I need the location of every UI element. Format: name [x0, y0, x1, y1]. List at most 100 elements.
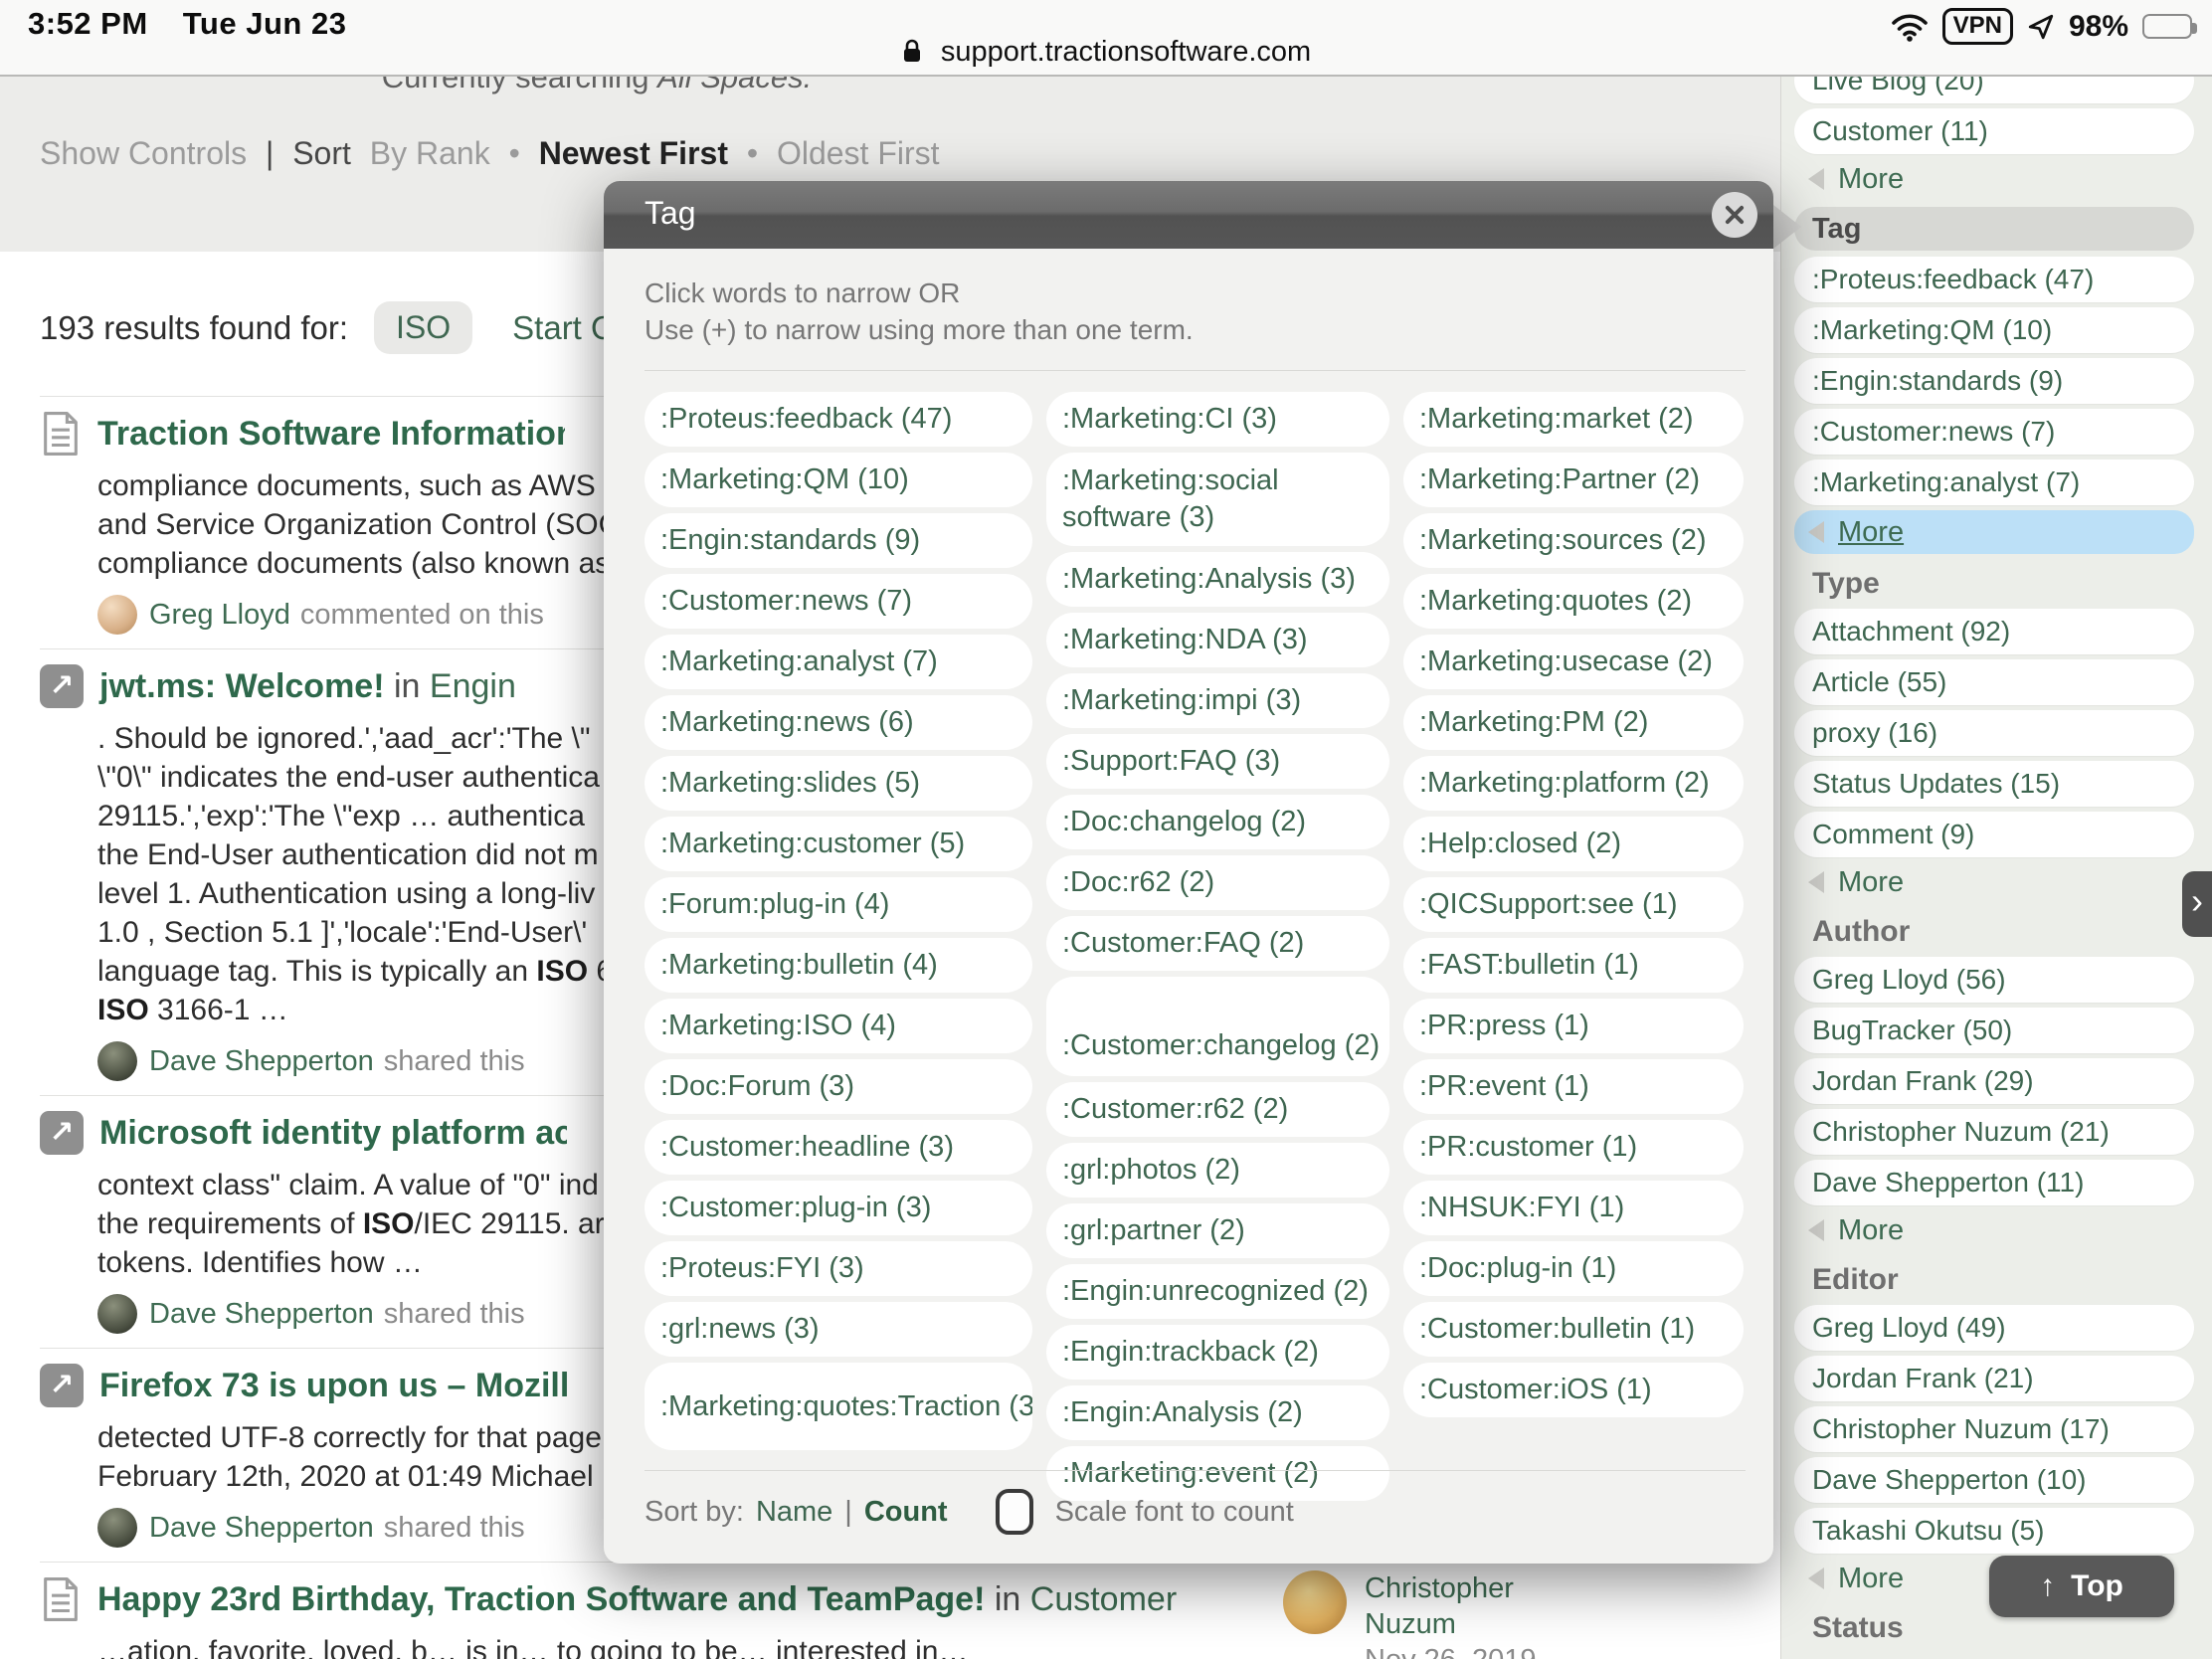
tag-pill[interactable]: :Proteus:feedback (47) [645, 392, 1032, 447]
tag-pill[interactable]: :Marketing:QM (10) [645, 453, 1032, 507]
tag-pill[interactable]: :Help:closed (2) [1403, 817, 1744, 871]
tag-pill[interactable]: :Marketing:quotes:Traction (3) [645, 1363, 1032, 1450]
tag-pill[interactable]: :Marketing:CI (3) [1046, 392, 1389, 447]
tag-pill[interactable]: :Marketing:news (6) [645, 695, 1032, 750]
attribution-user-link[interactable]: Dave Shepperton [149, 1045, 374, 1078]
result-space-link[interactable]: Engin [430, 667, 516, 706]
tag-pill[interactable]: :Marketing:customer (5) [645, 817, 1032, 871]
tag-pill[interactable]: :Marketing:analyst (7) [645, 635, 1032, 689]
tag-pill[interactable]: :grl:photos (2) [1046, 1143, 1389, 1198]
sidebar-facet-item[interactable]: :Proteus:feedback (47) [1794, 257, 2194, 302]
facet-more-toggle[interactable]: More [1794, 862, 2194, 902]
facet-more-toggle[interactable]: More [1794, 510, 2194, 554]
tag-pill[interactable]: :Marketing:NDA (3) [1046, 613, 1389, 667]
tag-pill[interactable]: :Customer:bulletin (1) [1403, 1302, 1744, 1357]
result-title-link[interactable]: Firefox 73 is upon us – Mozilla Hack [99, 1367, 567, 1405]
tag-pill[interactable]: :Doc:changelog (2) [1046, 795, 1389, 849]
sidebar-facet-item[interactable]: BugTracker (50) [1794, 1008, 2194, 1053]
sort-oldest-first-link[interactable]: Oldest First [777, 135, 940, 171]
facet-more-toggle[interactable]: More [1794, 1210, 2194, 1250]
tag-pill[interactable]: :NHSUK:FYI (1) [1403, 1181, 1744, 1235]
sort-by-count-link[interactable]: Count [864, 1496, 948, 1529]
tag-pill[interactable]: :Marketing:bulletin (4) [645, 938, 1032, 993]
tag-pill[interactable]: :PR:event (1) [1403, 1059, 1744, 1114]
tag-pill[interactable]: :Marketing:Partner (2) [1403, 453, 1744, 507]
tag-pill[interactable]: :Marketing:usecase (2) [1403, 635, 1744, 689]
sidebar-facet-item[interactable]: :Engin:standards (9) [1794, 358, 2194, 404]
tag-pill[interactable]: :Support:FAQ (3) [1046, 734, 1389, 789]
sort-by-name-link[interactable]: Name [756, 1496, 832, 1529]
tag-pill[interactable]: :Marketing:social software (3) [1046, 453, 1389, 546]
tag-pill[interactable]: :Forum:plug-in (4) [645, 877, 1032, 932]
tag-pill[interactable]: :Doc:Forum (3) [645, 1059, 1032, 1114]
tag-pill[interactable]: :Customer:FAQ (2) [1046, 916, 1389, 971]
tag-pill[interactable]: :Customer:news (7) [645, 574, 1032, 629]
tag-pill[interactable]: :Customer:changelog (2) [1046, 977, 1389, 1076]
tag-pill[interactable]: :PR:press (1) [1403, 999, 1744, 1053]
result-title-link[interactable]: Traction Software Information Prote [97, 415, 565, 454]
sidebar-facet-item[interactable]: Article (55) [1794, 659, 2194, 705]
tag-pill[interactable]: :Marketing:market (2) [1403, 392, 1744, 447]
scroll-to-top-button[interactable]: ↑ Top [1989, 1556, 2174, 1617]
tag-pill[interactable]: :Customer:plug-in (3) [645, 1181, 1032, 1235]
tag-pill[interactable]: :FAST:bulletin (1) [1403, 938, 1744, 993]
sidebar-facet-item[interactable]: :Customer:news (7) [1794, 409, 2194, 455]
scale-font-checkbox[interactable] [996, 1489, 1033, 1535]
tag-pill[interactable]: :Marketing:quotes (2) [1403, 574, 1744, 629]
sidebar-facet-item[interactable]: Takashi Okutsu (5) [1794, 1508, 2194, 1554]
tag-pill[interactable]: :Doc:plug-in (1) [1403, 1241, 1744, 1296]
sidebar-facet-item[interactable]: :Marketing:QM (10) [1794, 307, 2194, 353]
sidebar-facet-item[interactable]: Dave Shepperton (11) [1794, 1160, 2194, 1205]
tag-pill[interactable]: :Customer:headline (3) [645, 1120, 1032, 1175]
tag-pill[interactable]: :Marketing:impi (3) [1046, 673, 1389, 728]
attribution-user-link[interactable]: Greg Lloyd [149, 599, 290, 632]
tag-pill[interactable]: :Marketing:sources (2) [1403, 513, 1744, 568]
tag-pill[interactable]: :Doc:r62 (2) [1046, 855, 1389, 910]
query-chip[interactable]: ISO [374, 301, 472, 354]
sidebar-facet-item[interactable]: Customer (11) [1794, 108, 2194, 154]
sort-by-rank-link[interactable]: By Rank [370, 135, 490, 171]
sidebar-facet-item[interactable]: Attachment (92) [1794, 609, 2194, 654]
tag-pill[interactable]: :Engin:unrecognized (2) [1046, 1264, 1389, 1319]
result-title-link[interactable]: jwt.ms: Welcome! [99, 667, 385, 706]
sidebar-facet-item[interactable]: proxy (16) [1794, 710, 2194, 756]
tag-pill[interactable]: :Engin:standards (9) [645, 513, 1032, 568]
attribution-user-link[interactable]: Dave Shepperton [149, 1298, 374, 1331]
tag-pill[interactable]: :Engin:trackback (2) [1046, 1325, 1389, 1380]
tag-pill[interactable]: :Marketing:platform (2) [1403, 756, 1744, 811]
result-title-link[interactable]: Happy 23rd Birthday, Traction Software a… [97, 1580, 985, 1619]
sidebar-facet-item[interactable]: Greg Lloyd (49) [1794, 1305, 2194, 1351]
sidebar-facet-item[interactable]: Status Updates (15) [1794, 761, 2194, 807]
show-controls-link[interactable]: Show Controls [40, 135, 247, 171]
sidebar-facet-item[interactable]: Jordan Frank (29) [1794, 1058, 2194, 1104]
close-icon[interactable] [1712, 192, 1757, 238]
tag-pill[interactable]: :QICSupport:see (1) [1403, 877, 1744, 932]
tag-pill[interactable]: :PR:customer (1) [1403, 1120, 1744, 1175]
result-space-link[interactable]: Customer [1030, 1580, 1177, 1619]
address-bar[interactable]: support.tractionsoftware.com [0, 36, 2212, 69]
sidebar-facet-item[interactable]: Jordan Frank (21) [1794, 1356, 2194, 1401]
tag-pill[interactable]: :Customer:iOS (1) [1403, 1363, 1744, 1417]
result-title-link[interactable]: Microsoft identity platform access t [99, 1114, 567, 1153]
sidebar-facet-item[interactable]: Greg Lloyd (56) [1794, 957, 2194, 1003]
facet-section-header-tag[interactable]: Tag [1794, 207, 2194, 251]
sidebar-facet-item[interactable]: Comment (9) [1794, 812, 2194, 857]
tag-pill[interactable]: :Engin:Analysis (2) [1046, 1385, 1389, 1440]
sidebar-facet-item[interactable]: Christopher Nuzum (17) [1794, 1406, 2194, 1452]
sidebar-facet-item[interactable]: Dave Shepperton (10) [1794, 1457, 2194, 1503]
tag-pill[interactable]: :Customer:r62 (2) [1046, 1082, 1389, 1137]
tag-pill[interactable]: :Marketing:ISO (4) [645, 999, 1032, 1053]
sort-newest-first-link[interactable]: Newest First [539, 135, 728, 171]
tag-pill[interactable]: :Marketing:slides (5) [645, 756, 1032, 811]
sidebar-facet-item[interactable]: Christopher Nuzum (21) [1794, 1109, 2194, 1155]
sidebar-facet-item[interactable]: :Marketing:analyst (7) [1794, 460, 2194, 505]
attribution-user-link[interactable]: Dave Shepperton [149, 1512, 374, 1545]
tag-pill[interactable]: :grl:partner (2) [1046, 1203, 1389, 1258]
tag-pill[interactable]: :Proteus:FYI (3) [645, 1241, 1032, 1296]
facet-more-toggle[interactable]: More [1794, 159, 2194, 199]
tag-pill[interactable]: :grl:news (3) [645, 1302, 1032, 1357]
tag-pill[interactable]: :Marketing:Analysis (3) [1046, 552, 1389, 607]
author-name-link[interactable]: Christopher Nuzum [1365, 1570, 1537, 1642]
tag-pill[interactable]: :Marketing:PM (2) [1403, 695, 1744, 750]
sidebar-collapse-tab[interactable]: › [2182, 871, 2212, 937]
